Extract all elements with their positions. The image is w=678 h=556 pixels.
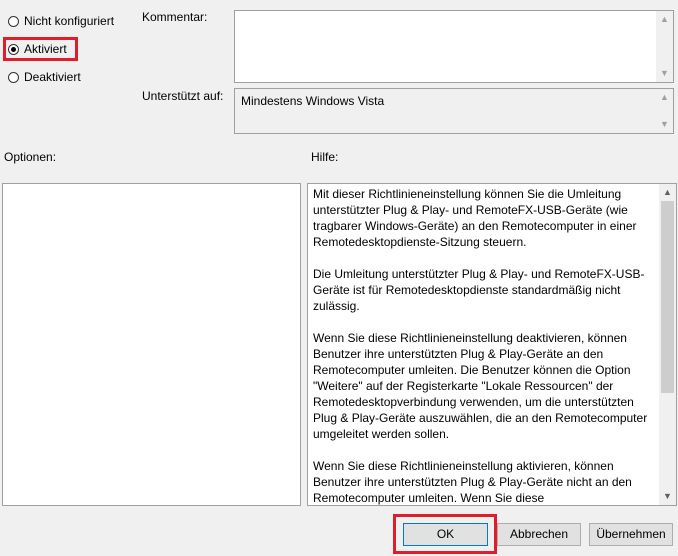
radio-circle[interactable] (8, 15, 19, 27)
scroll-down-icon[interactable]: ▼ (659, 488, 676, 505)
comment-scrollbar[interactable]: ▲ ▼ (656, 11, 673, 82)
help-paragraph: Wenn Sie diese Richtlinieneinstellung de… (313, 331, 648, 441)
options-panel (2, 183, 301, 506)
help-paragraph: Die Umleitung unterstützter Plug & Play-… (313, 267, 645, 313)
help-panel: Mit dieser Richtlinieneinstellung können… (307, 183, 677, 506)
supported-scrollbar[interactable]: ▲ ▼ (656, 89, 673, 133)
comment-field[interactable]: ▲ ▼ (234, 10, 674, 83)
scroll-down-icon[interactable]: ▼ (656, 116, 673, 133)
help-scrollbar[interactable]: ▲ ▼ (659, 184, 676, 505)
radio-not-configured[interactable]: Nicht konfiguriert (8, 12, 114, 30)
help-label: Hilfe: (311, 150, 339, 164)
options-label: Optionen: (4, 150, 57, 164)
ok-button[interactable]: OK (403, 523, 488, 546)
comment-label: Kommentar: (142, 10, 208, 24)
help-paragraph: Wenn Sie diese Richtlinieneinstellung ak… (313, 459, 632, 505)
help-paragraph: Mit dieser Richtlinieneinstellung können… (313, 187, 637, 249)
scroll-thumb[interactable] (661, 201, 674, 393)
supported-field: Mindestens Windows Vista ▲ ▼ (234, 88, 674, 134)
cancel-button[interactable]: Abbrechen (497, 523, 581, 546)
help-text: Mit dieser Richtlinieneinstellung können… (313, 186, 654, 505)
scroll-down-icon[interactable]: ▼ (656, 65, 673, 82)
radio-label: Nicht konfiguriert (24, 14, 115, 28)
scroll-up-icon[interactable]: ▲ (659, 184, 676, 201)
scroll-up-icon[interactable]: ▲ (656, 89, 673, 106)
enabled-highlight-box (3, 37, 78, 61)
radio-disabled[interactable]: Deaktiviert (8, 68, 81, 86)
scroll-up-icon[interactable]: ▲ (656, 11, 673, 28)
radio-circle[interactable] (8, 71, 19, 83)
apply-button[interactable]: Übernehmen (589, 523, 673, 546)
supported-label: Unterstützt auf: (142, 89, 224, 103)
radio-label: Deaktiviert (24, 70, 81, 84)
supported-value: Mindestens Windows Vista (241, 94, 385, 108)
